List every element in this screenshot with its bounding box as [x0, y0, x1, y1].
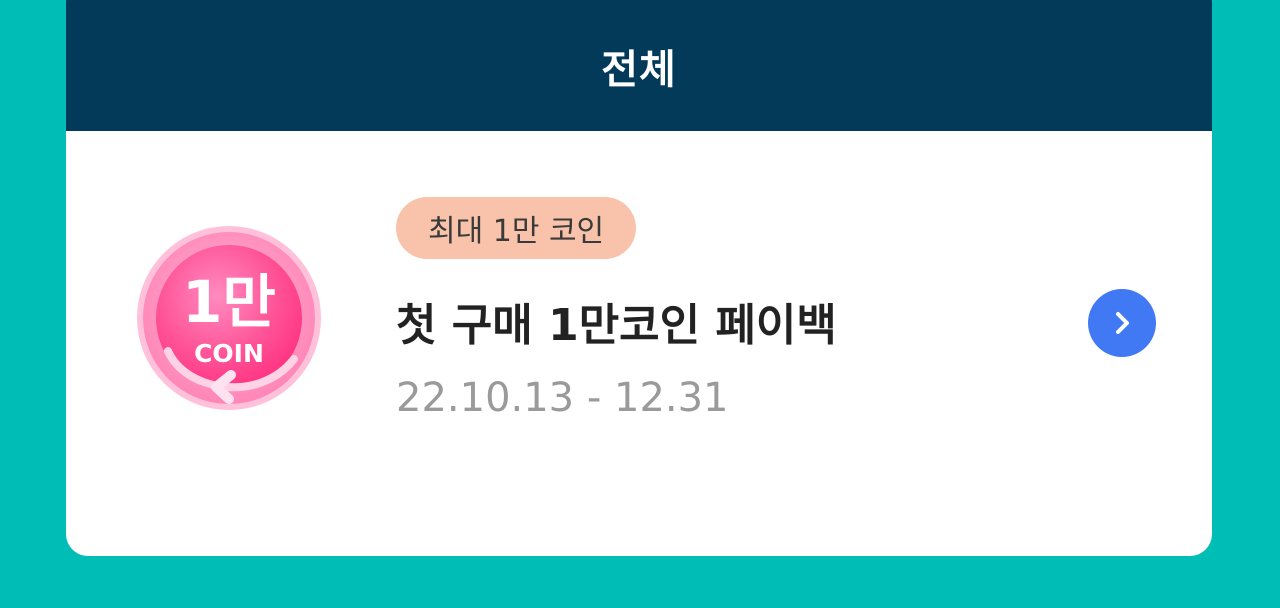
next-button[interactable] — [1088, 289, 1156, 357]
header-bar: 전체 — [66, 0, 1212, 131]
max-coin-badge: 최대 1만 코인 — [396, 197, 637, 259]
event-panel: 전체 1만 COIN 최대 1만 코인 첫 구매 1만코인 페이백 22.10.… — [66, 0, 1212, 556]
event-date: 22.10.13 - 12.31 — [396, 375, 729, 421]
page-title: 전체 — [601, 46, 677, 93]
event-title: 첫 구매 1만코인 페이백 — [396, 300, 837, 351]
coin-icon: 1만 COIN — [130, 219, 328, 417]
chevron-right-icon — [1116, 312, 1129, 334]
event-list-item[interactable]: 1만 COIN 최대 1만 코인 첫 구매 1만코인 페이백 22.10.13 … — [66, 131, 1212, 556]
svg-text:COIN: COIN — [194, 339, 264, 368]
svg-text:1만: 1만 — [182, 268, 276, 336]
